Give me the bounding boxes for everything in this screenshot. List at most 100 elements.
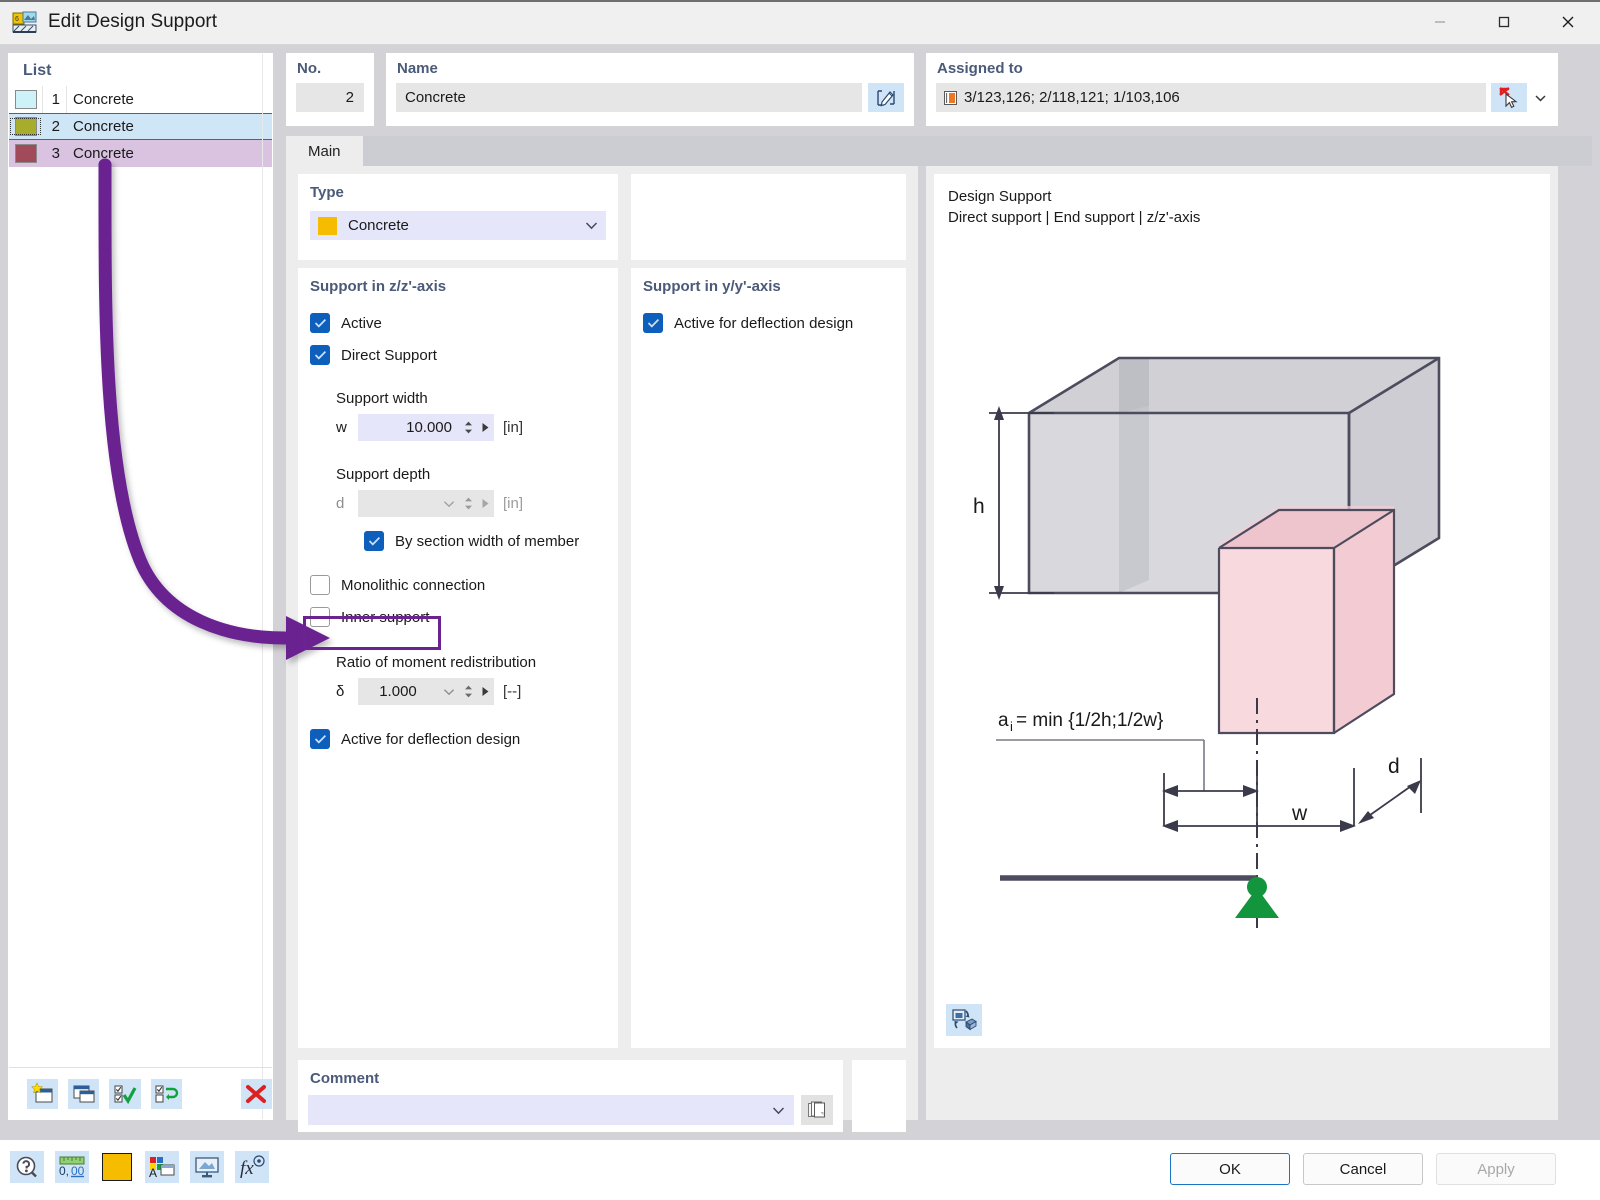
type-panel: Type Concrete (298, 174, 618, 260)
tab-main[interactable]: Main (286, 136, 363, 166)
help-icon[interactable] (10, 1151, 44, 1183)
list-item-number: 3 (42, 145, 66, 162)
footer-icon-bar: 0, 00 A (10, 1151, 269, 1183)
diagram-area: Design Support Direct support | End supp… (926, 166, 1558, 1120)
direct-support-checkbox[interactable] (310, 345, 330, 365)
type-value: Concrete (348, 217, 585, 234)
chevron-down-icon[interactable] (772, 1102, 785, 1119)
copy-pages-icon[interactable] (801, 1095, 833, 1125)
color-swatch (15, 117, 37, 136)
chevron-down-icon[interactable] (438, 688, 460, 696)
footer-divider (0, 1133, 1600, 1140)
color-swatch (15, 90, 37, 109)
window-title: Edit Design Support (48, 11, 217, 33)
support-width-value: 10.000 (358, 419, 460, 436)
cancel-button[interactable]: Cancel (1303, 1153, 1423, 1185)
list-panel: List 1 Concrete 2 Concrete (8, 53, 273, 1120)
copy-item-button[interactable] (68, 1079, 99, 1109)
tab-strip: Main (286, 136, 1592, 166)
type-title: Type (298, 174, 618, 201)
chevron-down-icon[interactable] (585, 217, 598, 234)
rotate-view-icon[interactable] (946, 1004, 982, 1036)
deflection-z-label: Active for deflection design (341, 731, 520, 748)
color-swatch-cell[interactable] (9, 90, 42, 109)
ratio-moment-input[interactable]: 1.000 (358, 678, 494, 705)
support-width-field-row: w 10.000 [in] (336, 414, 618, 441)
by-section-width-checkbox-row[interactable]: By section width of member (364, 531, 618, 551)
monolithic-connection-checkbox-row[interactable]: Monolithic connection (310, 575, 618, 595)
ratio-moment-stepper[interactable] (460, 685, 476, 698)
apply-button[interactable]: Apply (1436, 1153, 1556, 1185)
comment-title: Comment (298, 1060, 843, 1087)
ratio-moment-more-button[interactable] (476, 686, 494, 697)
by-section-width-checkbox[interactable] (364, 531, 384, 551)
maximize-icon[interactable] (1472, 0, 1536, 45)
support-diagram-graphic: h a i = min {1/2h;1/2w} (934, 228, 1550, 1018)
support-depth-label: Support depth (336, 466, 618, 483)
assigned-to-panel: Assigned to 3/123,126; 2/118,121; 1/103,… (926, 53, 1558, 126)
invert-selection-button[interactable] (151, 1079, 182, 1109)
monolithic-connection-label: Monolithic connection (341, 577, 485, 594)
support-depth-stepper[interactable] (460, 497, 476, 510)
minimize-icon[interactable] (1408, 0, 1472, 45)
graphic-settings-icon[interactable] (190, 1151, 224, 1183)
deflection-z-checkbox[interactable] (310, 729, 330, 749)
ratio-moment-field-row: δ 1.000 [--] (336, 678, 618, 705)
no-value: 2 (296, 83, 364, 112)
name-label: Name (386, 53, 914, 77)
active-z-checkbox-row[interactable]: Active (310, 313, 618, 333)
deflection-y-checkbox-row[interactable]: Active for deflection design (643, 313, 906, 333)
new-item-button[interactable] (27, 1079, 58, 1109)
chevron-down-icon[interactable] (438, 500, 460, 508)
delete-item-button[interactable] (241, 1079, 272, 1109)
type-select[interactable]: Concrete (310, 211, 606, 240)
assigned-to-input[interactable]: 3/123,126; 2/118,121; 1/103,106 (936, 83, 1486, 112)
color-swatch-icon[interactable] (100, 1151, 134, 1183)
list-item[interactable]: 1 Concrete (9, 86, 272, 113)
close-icon[interactable] (1536, 0, 1600, 45)
no-label: No. (286, 53, 374, 77)
list-toolbar (9, 1067, 272, 1119)
name-input[interactable]: Concrete (396, 83, 862, 112)
support-depth-more-button[interactable] (476, 498, 494, 509)
deflection-y-checkbox[interactable] (643, 313, 663, 333)
comment-right-blank-panel (852, 1060, 906, 1132)
pick-cursor-icon[interactable] (1491, 83, 1527, 112)
support-depth-variable: d (336, 495, 358, 512)
assigned-to-value: 3/123,126; 2/118,121; 1/103,106 (964, 89, 1180, 106)
ratio-moment-variable: δ (336, 683, 358, 700)
window-title-bar: 6 Edit Design Support (0, 0, 1600, 45)
color-swatch-cell[interactable] (9, 117, 42, 136)
diagram-label-w: w (1291, 802, 1308, 825)
list-item[interactable]: 3 Concrete (9, 140, 272, 167)
support-width-variable: w (336, 419, 358, 436)
support-width-more-button[interactable] (476, 422, 494, 433)
no-panel: No. 2 (286, 53, 374, 126)
support-depth-input[interactable] (358, 490, 494, 517)
monolithic-connection-checkbox[interactable] (310, 575, 330, 595)
list-rows: 1 Concrete 2 Concrete 3 Concrete (9, 86, 272, 167)
deflection-z-checkbox-row[interactable]: Active for deflection design (310, 729, 618, 749)
active-z-checkbox[interactable] (310, 313, 330, 333)
support-y-panel: Support in y/y'-axis Active for deflecti… (631, 268, 906, 1048)
units-decimals-icon[interactable]: 0, 00 (55, 1151, 89, 1183)
diagram-title: Design Support Direct support | End supp… (934, 174, 1550, 228)
list-item-number: 2 (42, 118, 66, 135)
dialog-footer: 0, 00 A (0, 1132, 1600, 1200)
edit-pencil-icon[interactable] (868, 83, 904, 112)
list-item-label: Concrete (66, 118, 134, 135)
support-width-input[interactable]: 10.000 (358, 414, 494, 441)
chevron-down-icon[interactable] (1532, 83, 1548, 112)
formula-icon[interactable]: fx (235, 1151, 269, 1183)
support-width-stepper[interactable] (460, 421, 476, 434)
display-properties-icon[interactable]: A (145, 1151, 179, 1183)
support-width-label: Support width (336, 390, 618, 407)
direct-support-label: Direct Support (341, 347, 437, 364)
list-item[interactable]: 2 Concrete (9, 113, 272, 140)
support-y-title: Support in y/y'-axis (631, 268, 906, 295)
select-all-button[interactable] (109, 1079, 140, 1109)
ok-button[interactable]: OK (1170, 1153, 1290, 1185)
direct-support-checkbox-row[interactable]: Direct Support (310, 345, 618, 365)
color-swatch-cell[interactable] (9, 144, 42, 163)
comment-input[interactable] (308, 1095, 794, 1125)
